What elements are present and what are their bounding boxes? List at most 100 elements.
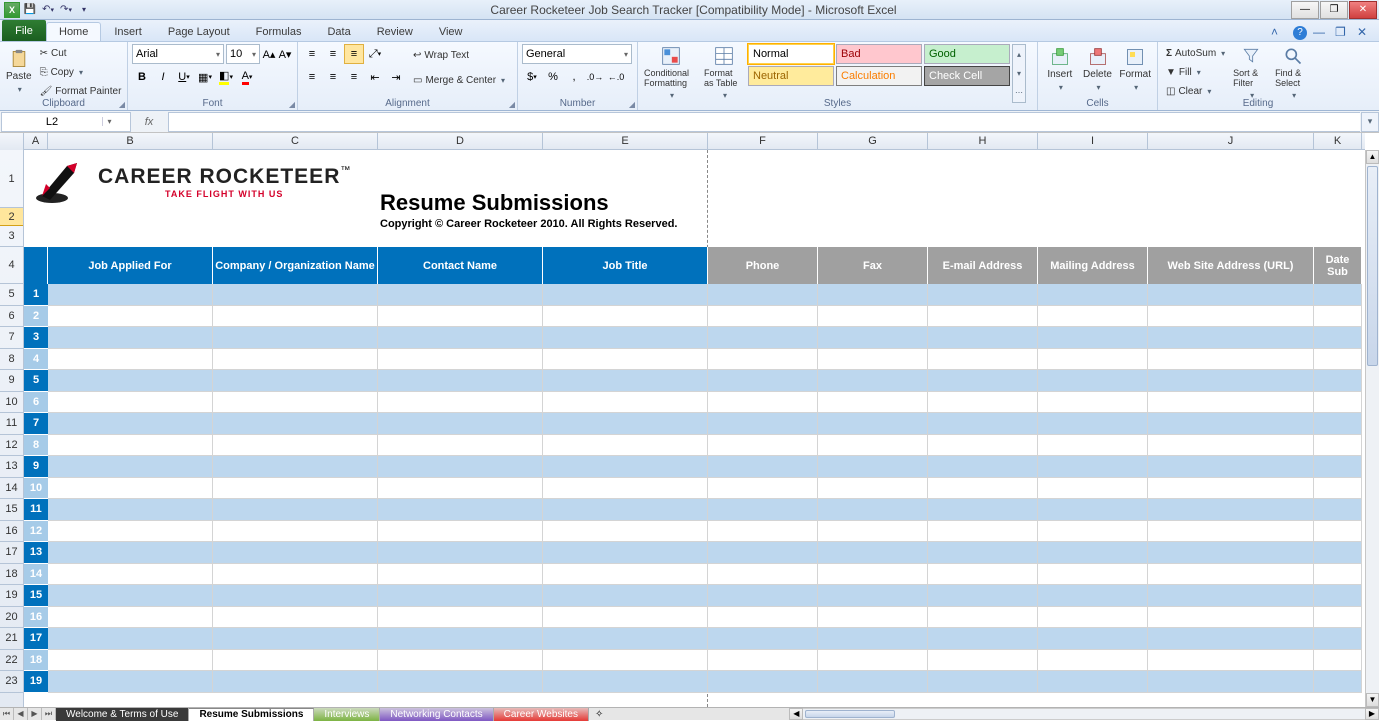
column-header-D[interactable]: D [378, 133, 543, 149]
row-header-17[interactable]: 17 [0, 542, 23, 564]
data-cell[interactable] [1038, 478, 1148, 500]
data-cell[interactable] [1038, 607, 1148, 629]
tab-review[interactable]: Review [364, 22, 426, 41]
data-cell[interactable] [213, 671, 378, 693]
data-cell[interactable] [818, 413, 928, 435]
data-cell[interactable] [708, 521, 818, 543]
data-cell[interactable] [928, 349, 1038, 371]
style-bad[interactable]: Bad [836, 44, 922, 64]
data-cell[interactable] [378, 564, 543, 586]
data-cell[interactable] [213, 499, 378, 521]
name-box-dropdown-icon[interactable]: ▾ [102, 117, 116, 126]
fill-color-button[interactable]: ◧▾ [216, 67, 236, 87]
close-button[interactable]: ✕ [1349, 1, 1377, 19]
data-cell[interactable] [1148, 327, 1314, 349]
table-row[interactable]: 6 [24, 392, 1365, 414]
data-cell[interactable] [1038, 628, 1148, 650]
data-cell[interactable] [928, 284, 1038, 306]
data-cell[interactable] [378, 478, 543, 500]
table-header-cell[interactable]: Job Applied For [48, 247, 213, 284]
data-cell[interactable] [1038, 349, 1148, 371]
row-header-5[interactable]: 5 [0, 284, 23, 306]
underline-button[interactable]: U▾ [174, 67, 194, 87]
save-icon[interactable]: 💾 [22, 2, 38, 18]
style-normal[interactable]: Normal [748, 44, 834, 64]
align-center-icon[interactable]: ≡ [323, 67, 343, 87]
data-cell[interactable] [818, 585, 928, 607]
data-cell[interactable] [378, 284, 543, 306]
data-cell[interactable] [1314, 478, 1362, 500]
data-cell[interactable] [928, 585, 1038, 607]
font-size-combo[interactable]: 10▾ [226, 44, 260, 64]
data-cell[interactable] [543, 564, 708, 586]
paste-button[interactable]: Paste [4, 44, 34, 100]
horizontal-scroll-thumb[interactable] [805, 710, 895, 718]
data-cell[interactable] [543, 392, 708, 414]
table-header-cell[interactable]: Job Title [543, 247, 708, 284]
undo-icon[interactable]: ↶▾ [40, 2, 56, 18]
data-cell[interactable] [818, 499, 928, 521]
tab-page-layout[interactable]: Page Layout [155, 22, 243, 41]
data-cell[interactable] [48, 628, 213, 650]
data-cell[interactable] [378, 349, 543, 371]
wrap-text-button[interactable]: ↩Wrap Text [408, 44, 510, 66]
scroll-left-icon[interactable]: ◀ [789, 708, 803, 720]
tab-nav-prev-icon[interactable]: ◀ [14, 708, 28, 720]
data-cell[interactable] [213, 456, 378, 478]
vertical-scrollbar[interactable]: ▲ ▼ [1365, 150, 1379, 707]
row-header-16[interactable]: 16 [0, 521, 23, 543]
data-cell[interactable] [48, 349, 213, 371]
data-cell[interactable] [818, 542, 928, 564]
data-cell[interactable] [818, 521, 928, 543]
merge-center-button[interactable]: ▭Merge & Center [408, 69, 510, 91]
tab-view[interactable]: View [426, 22, 476, 41]
data-cell[interactable] [543, 628, 708, 650]
table-header-cell[interactable]: Fax [818, 247, 928, 284]
doc-minimize-icon[interactable]: — [1313, 25, 1329, 41]
data-cell[interactable] [1038, 650, 1148, 672]
data-cell[interactable] [708, 499, 818, 521]
align-top-icon[interactable]: ≡ [302, 44, 322, 64]
data-cell[interactable] [213, 370, 378, 392]
autosum-button[interactable]: ΣAutoSum [1162, 44, 1229, 62]
data-cell[interactable] [213, 435, 378, 457]
data-cell[interactable] [543, 499, 708, 521]
scroll-up-icon[interactable]: ▲ [1366, 150, 1379, 164]
data-cell[interactable] [543, 349, 708, 371]
data-cell[interactable] [48, 607, 213, 629]
qat-customize-icon[interactable]: ▾ [76, 2, 92, 18]
data-cell[interactable] [1038, 327, 1148, 349]
alignment-dialog-launcher[interactable]: ◢ [509, 100, 515, 109]
data-cell[interactable] [378, 542, 543, 564]
data-cell[interactable] [213, 542, 378, 564]
tab-insert[interactable]: Insert [101, 22, 155, 41]
orientation-icon[interactable]: ⤢▾ [365, 44, 385, 64]
data-cell[interactable] [543, 435, 708, 457]
row-header-8[interactable]: 8 [0, 349, 23, 371]
data-cell[interactable] [928, 478, 1038, 500]
column-header-J[interactable]: J [1148, 133, 1314, 149]
data-cell[interactable] [543, 478, 708, 500]
data-cell[interactable] [378, 650, 543, 672]
row-header-14[interactable]: 14 [0, 478, 23, 500]
tab-data[interactable]: Data [314, 22, 363, 41]
data-cell[interactable] [1038, 306, 1148, 328]
data-cell[interactable] [48, 542, 213, 564]
data-cell[interactable] [1314, 435, 1362, 457]
data-cell[interactable] [1148, 370, 1314, 392]
data-cell[interactable] [818, 392, 928, 414]
row-header-4[interactable]: 4 [0, 247, 23, 284]
data-cell[interactable] [543, 650, 708, 672]
data-cell[interactable] [928, 499, 1038, 521]
data-cell[interactable] [1038, 456, 1148, 478]
data-cell[interactable] [928, 306, 1038, 328]
data-cell[interactable] [378, 413, 543, 435]
table-row[interactable]: 16 [24, 607, 1365, 629]
data-cell[interactable] [708, 478, 818, 500]
data-cell[interactable] [708, 650, 818, 672]
data-cell[interactable] [928, 456, 1038, 478]
data-cell[interactable] [818, 456, 928, 478]
data-cell[interactable] [378, 370, 543, 392]
new-sheet-icon[interactable]: ✧ [589, 709, 609, 720]
row-header-3[interactable]: 3 [0, 226, 23, 247]
